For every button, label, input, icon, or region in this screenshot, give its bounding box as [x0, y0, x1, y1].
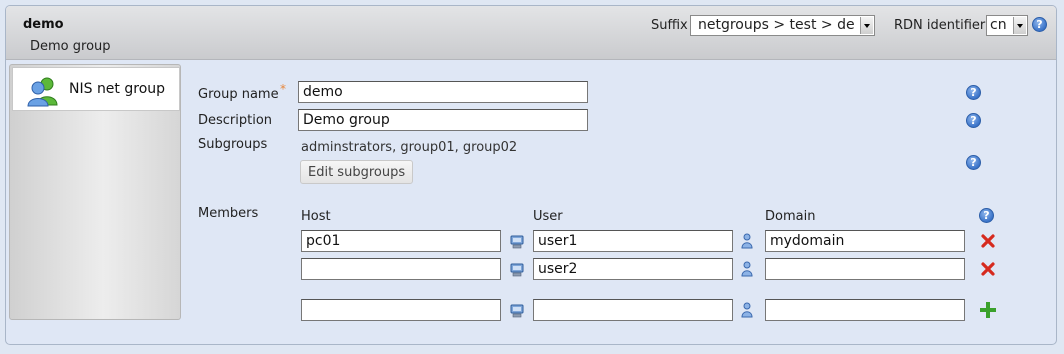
host-input[interactable]: [301, 258, 501, 280]
rdn-select[interactable]: cn: [986, 15, 1028, 36]
sidebar: NIS net group: [9, 64, 181, 320]
computer-icon[interactable]: [510, 235, 524, 249]
delete-icon[interactable]: [980, 261, 996, 277]
person-icon[interactable]: [741, 261, 753, 277]
netgroup-editor: demo Demo group Suffix netgroups > test …: [5, 5, 1057, 345]
help-icon[interactable]: ?: [979, 208, 994, 223]
user-group-icon: [27, 77, 58, 107]
help-icon[interactable]: ?: [966, 155, 981, 170]
user-input[interactable]: [533, 230, 733, 252]
edit-subgroups-button[interactable]: Edit subgroups: [300, 160, 414, 184]
required-mark: *: [280, 82, 286, 96]
domain-input[interactable]: [765, 258, 965, 280]
help-icon[interactable]: ?: [966, 85, 981, 100]
delete-icon[interactable]: [980, 233, 996, 249]
suffix-label: Suffix: [651, 18, 688, 33]
chevron-down-icon[interactable]: [860, 17, 873, 34]
column-header-user: User: [533, 209, 563, 224]
computer-icon[interactable]: [510, 263, 524, 277]
person-icon[interactable]: [741, 233, 753, 249]
tab-label: NIS net group: [69, 81, 166, 97]
object-subtitle: Demo group: [30, 39, 111, 54]
new-user-input[interactable]: [533, 299, 733, 321]
subgroups-value: adminstrators, group01, group02: [301, 140, 518, 155]
description-label: Description: [198, 113, 273, 128]
rdn-value: cn: [990, 17, 1007, 33]
group-name-input[interactable]: [298, 81, 588, 103]
host-input[interactable]: [301, 230, 501, 252]
suffix-select[interactable]: netgroups > test > de: [690, 15, 875, 36]
help-icon[interactable]: ?: [1032, 17, 1047, 32]
description-input[interactable]: [298, 109, 588, 131]
person-icon[interactable]: [741, 302, 753, 318]
computer-icon[interactable]: [510, 304, 524, 318]
chevron-down-icon[interactable]: [1013, 17, 1026, 34]
new-host-input[interactable]: [301, 299, 501, 321]
help-icon[interactable]: ?: [966, 113, 981, 128]
domain-input[interactable]: [765, 230, 965, 252]
subgroups-label: Subgroups: [198, 137, 268, 152]
header-bar: demo Demo group Suffix netgroups > test …: [6, 6, 1056, 60]
add-icon[interactable]: [980, 302, 996, 318]
column-header-host: Host: [301, 209, 331, 224]
new-domain-input[interactable]: [765, 299, 965, 321]
rdn-label: RDN identifier: [894, 18, 986, 33]
object-title: demo: [23, 17, 64, 32]
column-header-domain: Domain: [765, 209, 816, 224]
group-name-label: Group name: [198, 87, 279, 102]
members-label: Members: [198, 206, 259, 221]
suffix-value: netgroups > test > de: [698, 17, 855, 33]
tab-nis-net-group[interactable]: NIS net group: [12, 67, 180, 111]
user-input[interactable]: [533, 258, 733, 280]
